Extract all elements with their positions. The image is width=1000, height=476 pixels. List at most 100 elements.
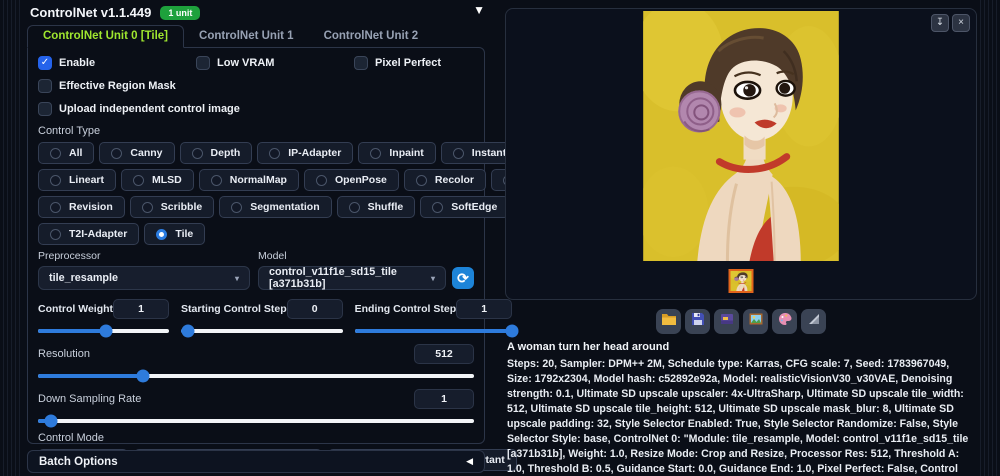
control-type-label-text: Lineart xyxy=(69,174,105,186)
resolution-slider[interactable] xyxy=(38,369,474,383)
control-type-label: Control Type xyxy=(38,125,101,137)
checkbox-box[interactable] xyxy=(38,79,52,93)
accordion-collapse-icon: ◀ xyxy=(466,456,473,466)
control-type-depth[interactable]: Depth xyxy=(179,142,253,164)
checkbox-row: Upload independent control image xyxy=(38,102,474,116)
checkbox-label: Upload independent control image xyxy=(59,103,240,115)
gallery-thumbnail-selected[interactable] xyxy=(728,269,754,293)
slider-head: Ending Control Step 1 xyxy=(355,299,513,319)
radio-icon xyxy=(415,174,427,186)
resolution-input[interactable]: 512 xyxy=(414,344,474,364)
slider-number-input[interactable]: 1 xyxy=(456,299,513,319)
checkbox-box[interactable] xyxy=(354,56,368,70)
generation-info-text: Steps: 20, Sampler: DPM++ 2M, Schedule t… xyxy=(507,358,969,475)
slider-head: Starting Control Step 0 xyxy=(181,299,343,319)
control-type-ip-adapter[interactable]: IP-Adapter xyxy=(257,142,354,164)
send-to-extras-button[interactable] xyxy=(801,309,826,334)
save-zip-icon xyxy=(719,311,735,332)
save-button[interactable] xyxy=(685,309,710,334)
control-type-mlsd[interactable]: MLSD xyxy=(121,169,194,191)
checkbox-pixel-perfect[interactable]: Pixel Perfect xyxy=(354,56,504,70)
control-type-openpose[interactable]: OpenPose xyxy=(303,169,399,191)
refresh-models-button[interactable]: ⟳ xyxy=(452,267,474,289)
control-type-t2i-adapter[interactable]: T2I-Adapter xyxy=(38,223,140,245)
down-sampling-slider[interactable] xyxy=(38,414,474,428)
control-type-tile[interactable]: Tile xyxy=(144,223,206,245)
control-type-label-text: All xyxy=(69,147,83,159)
collapse-panel-icon[interactable]: ▼ xyxy=(473,3,485,17)
slider-number-input[interactable]: 0 xyxy=(286,299,343,319)
control-type-label-text: Inpaint xyxy=(389,147,424,159)
slider-group-starting-control-step: Starting Control Step 0 xyxy=(181,299,343,338)
control-type-revision[interactable]: Revision xyxy=(38,196,125,218)
control-type-lineart[interactable]: Lineart xyxy=(38,169,117,191)
close-icon: × xyxy=(958,17,964,28)
radio-icon xyxy=(210,174,222,186)
image-actions-row xyxy=(505,309,977,334)
checkbox-enable[interactable]: ✓ Enable xyxy=(38,56,188,70)
slider-thumb[interactable] xyxy=(136,369,150,383)
checkbox-box[interactable]: ✓ xyxy=(38,56,52,70)
generated-image[interactable] xyxy=(643,11,839,261)
checkbox-effective-region-mask[interactable]: Effective Region Mask xyxy=(38,79,188,93)
radio-icon xyxy=(156,228,168,240)
radio-icon xyxy=(348,201,360,213)
control-type-normalmap[interactable]: NormalMap xyxy=(198,169,299,191)
slider-head: Control Weight 1 xyxy=(38,299,170,319)
control-type-segmentation[interactable]: Segmentation xyxy=(219,196,332,218)
send-to-inpaint-button[interactable] xyxy=(772,309,797,334)
checkbox-box[interactable] xyxy=(38,102,52,116)
radio-icon xyxy=(141,201,153,213)
checkbox-low-vram[interactable]: Low VRAM xyxy=(196,56,346,70)
radio-icon xyxy=(432,201,444,213)
result-gallery: ↧ × xyxy=(505,8,977,300)
checkbox-row: Effective Region Mask xyxy=(38,79,474,93)
send-to-img2img-button[interactable] xyxy=(743,309,768,334)
model-dropdown[interactable]: control_v11f1e_sd15_tile [a371b31b] ▾ xyxy=(258,266,446,290)
control-type-scribble[interactable]: Scribble xyxy=(129,196,215,218)
slider-thumb[interactable] xyxy=(181,324,194,338)
slider[interactable] xyxy=(38,324,170,338)
refresh-icon: ⟳ xyxy=(457,269,469,286)
tab-controlnet-unit-0-tile[interactable]: ControlNet Unit 0 [Tile] xyxy=(27,25,185,48)
radio-icon xyxy=(370,147,382,159)
chevron-down-icon: ▾ xyxy=(234,273,239,283)
slider[interactable] xyxy=(181,324,343,338)
down-sampling-input[interactable]: 1 xyxy=(414,389,474,409)
control-type-label-text: Recolor xyxy=(434,174,474,186)
step-sliders-row: Control Weight 1 Starting Control Step 0 End… xyxy=(38,299,519,338)
model-value: control_v11f1e_sd15_tile [a371b31b] xyxy=(269,266,397,290)
preprocessor-dropdown[interactable]: tile_resample ▾ xyxy=(38,266,250,290)
control-type-all[interactable]: All xyxy=(38,142,95,164)
close-preview-button[interactable]: × xyxy=(952,14,970,32)
radio-icon xyxy=(191,147,203,159)
control-type-recolor[interactable]: Recolor xyxy=(403,169,486,191)
page-title: ControlNet v1.1.449 xyxy=(30,5,152,20)
checkbox-box[interactable] xyxy=(196,56,210,70)
checkbox-upload-independent-control-image[interactable]: Upload independent control image xyxy=(38,102,240,116)
control-type-shuffle[interactable]: Shuffle xyxy=(336,196,416,218)
download-image-button[interactable]: ↧ xyxy=(931,14,949,32)
batch-options-accordion[interactable]: Batch Options ◀ xyxy=(27,450,485,473)
open-folder-button[interactable] xyxy=(656,309,681,334)
slider[interactable] xyxy=(354,324,519,338)
radio-icon xyxy=(269,147,281,159)
tab-controlnet-unit-1[interactable]: ControlNet Unit 1 xyxy=(184,26,309,47)
save-zip-button[interactable] xyxy=(714,309,739,334)
control-type-label-text: MLSD xyxy=(152,174,182,186)
control-type-canny[interactable]: Canny xyxy=(99,142,175,164)
control-type-softedge[interactable]: SoftEdge xyxy=(420,196,510,218)
checkbox-row: ✓ Enable Low VRAM Pixel Perfect xyxy=(38,56,474,70)
slider-thumb[interactable] xyxy=(99,324,113,338)
tab-controlnet-unit-2[interactable]: ControlNet Unit 2 xyxy=(309,26,434,47)
radio-icon xyxy=(231,201,243,213)
checkbox-label: Enable xyxy=(59,57,96,69)
preprocessor-value: tile_resample xyxy=(49,272,119,284)
slider-number-input[interactable]: 1 xyxy=(113,299,170,319)
slider-thumb[interactable] xyxy=(44,414,58,428)
preprocessor-model-row: Preprocessor tile_resample ▾ Model contr… xyxy=(38,250,474,290)
unit-tabs: ControlNet Unit 0 [Tile] ControlNet Unit … xyxy=(27,25,485,48)
chevron-down-icon: ▾ xyxy=(430,273,435,283)
radio-icon xyxy=(50,201,61,213)
control-type-inpaint[interactable]: Inpaint xyxy=(358,142,436,164)
